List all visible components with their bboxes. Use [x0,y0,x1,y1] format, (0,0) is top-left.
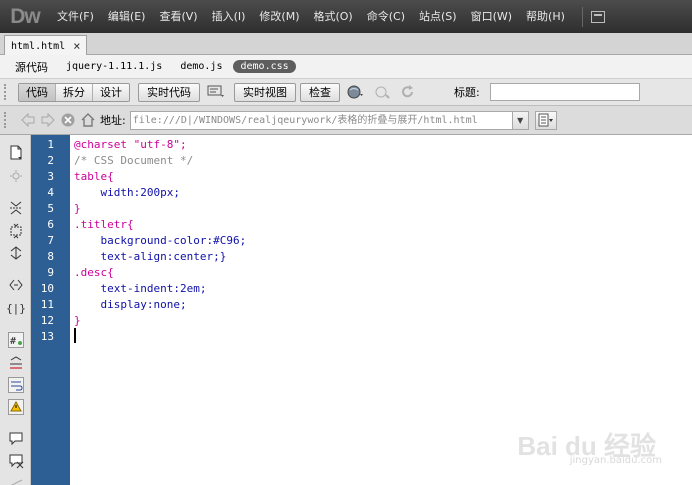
line-number: 1 [47,138,54,151]
tab-label: html.html [11,40,66,52]
line-number: 4 [47,186,54,199]
baidu-watermark-url: jingyan.baidu.com [569,455,662,466]
show-code-navigator-icon[interactable] [7,168,25,184]
tab-html-html[interactable]: html.html × [4,35,88,56]
line-number: 5 [47,202,54,215]
split-view-button[interactable]: 拆分 [56,83,93,101]
line-numbers-icon[interactable]: # [7,332,25,348]
code-line[interactable]: display:none; [74,297,186,313]
expand-all-icon[interactable] [7,245,25,261]
menu-view[interactable]: 查看(V) [152,0,204,33]
line-number: 9 [47,266,54,279]
navbar-grip[interactable] [4,112,10,128]
document-tab-strip: html.html × [0,33,692,56]
line-number: 6 [47,218,54,231]
toolbar-grip[interactable] [4,84,10,100]
stop-icon[interactable] [58,110,78,130]
live-code-button[interactable]: 实时代码 [138,82,200,102]
multiscreen-icon[interactable] [206,83,226,101]
code-line[interactable]: @charset "utf-8"; [74,137,187,153]
open-documents-icon[interactable] [7,145,25,161]
text-cursor [74,328,76,343]
line-number: 8 [47,250,54,263]
line-number: 3 [47,170,54,183]
related-files-bar: 源代码 jquery-1.11.1.js demo.js demo.css [0,55,692,79]
menu-commands[interactable]: 命令(C) [360,0,412,33]
code-line[interactable]: text-indent:2em; [74,281,206,297]
menu-file[interactable]: 文件(F) [50,0,101,33]
browser-options-icon[interactable] [534,110,557,130]
menu-format[interactable]: 格式(O) [306,0,359,33]
line-number: 13 [40,330,54,343]
code-line[interactable]: .titletr{ [74,217,134,233]
title-input[interactable] [489,83,640,101]
code-line[interactable]: .desc{ [74,265,114,281]
view-mode-group: 代码 拆分 设计 [18,82,130,102]
related-file-jquery[interactable]: jquery-1.11.1.js [59,60,169,73]
dreamweaver-logo: Dw [10,4,41,28]
home-icon[interactable] [78,110,98,130]
menu-modify[interactable]: 修改(M) [252,0,306,33]
code-line[interactable]: } [74,201,81,217]
workspace-layout-icon[interactable] [590,10,605,23]
line-number: 2 [47,154,54,167]
code-line[interactable]: /* CSS Document */ [74,153,193,169]
menu-divider [581,6,583,27]
forward-icon[interactable] [38,110,58,130]
menu-site[interactable]: 站点(S) [412,0,464,33]
check-browser-compat-icon[interactable] [372,83,392,101]
line-number: 12 [40,314,54,327]
code-line[interactable]: text-align:center;} [74,249,226,265]
word-wrap-icon[interactable] [7,377,25,393]
line-number: 7 [47,234,54,247]
code-editor[interactable]: @charset "utf-8"; /* CSS Document */ tab… [70,135,692,485]
close-icon[interactable]: × [73,39,80,53]
line-number: 11 [40,298,54,311]
code-line[interactable]: } [74,313,81,329]
browser-navigation-bar: 地址: file:///D|/WINDOWS/realjqeurywork/表格… [0,106,692,135]
svg-text:#: # [10,336,16,347]
menu-insert[interactable]: 插入(I) [205,0,253,33]
menu-help[interactable]: 帮助(H) [519,0,572,33]
apply-comment-icon[interactable] [7,431,25,447]
collapse-selection-icon[interactable] [7,223,25,239]
back-icon[interactable] [18,110,38,130]
code-line[interactable]: table{ [74,169,114,185]
line-number: 10 [40,282,54,295]
design-view-button[interactable]: 设计 [93,84,129,101]
related-file-source[interactable]: 源代码 [8,58,55,76]
menu-window[interactable]: 窗口(W) [464,0,519,33]
line-number-gutter: 1 2 3 4 5 6 7 8 9 10 11 12 13 [31,135,70,485]
select-parent-tag-icon[interactable] [7,277,25,293]
coding-toolbar: {|} # [0,135,31,485]
inspect-button[interactable]: 检查 [300,82,340,102]
preview-in-browser-icon[interactable] [346,83,366,101]
code-view-button[interactable]: 代码 [19,83,56,101]
menu-edit[interactable]: 编辑(E) [101,0,153,33]
syntax-error-alerts-icon[interactable] [7,399,25,415]
code-line[interactable]: background-color:#C96; [74,233,246,249]
highlight-invalid-code-icon[interactable] [7,355,25,371]
title-label: 标题: [454,86,480,99]
menu-bar: Dw 文件(F) 编辑(E) 查看(V) 插入(I) 修改(M) 格式(O) 命… [0,0,692,33]
code-line[interactable]: width:200px; [74,185,179,201]
collapse-full-tag-icon[interactable] [7,200,25,216]
address-input[interactable]: file:///D|/WINDOWS/realjqeurywork/表格的折叠与… [129,110,513,130]
live-view-button[interactable]: 实时视图 [234,82,296,102]
address-dropdown-icon[interactable]: ▼ [512,110,529,130]
document-toolbar: 代码 拆分 设计 实时代码 实时视图 检查 标题: [0,79,692,106]
related-file-demo-js[interactable]: demo.js [173,60,229,73]
balance-braces-icon[interactable]: {|} [6,300,26,316]
wrap-tag-icon[interactable] [7,475,25,485]
address-label: 地址: [100,114,126,127]
remove-comment-icon[interactable] [7,453,25,469]
refresh-icon[interactable] [398,83,418,101]
related-file-demo-css[interactable]: demo.css [233,60,296,73]
